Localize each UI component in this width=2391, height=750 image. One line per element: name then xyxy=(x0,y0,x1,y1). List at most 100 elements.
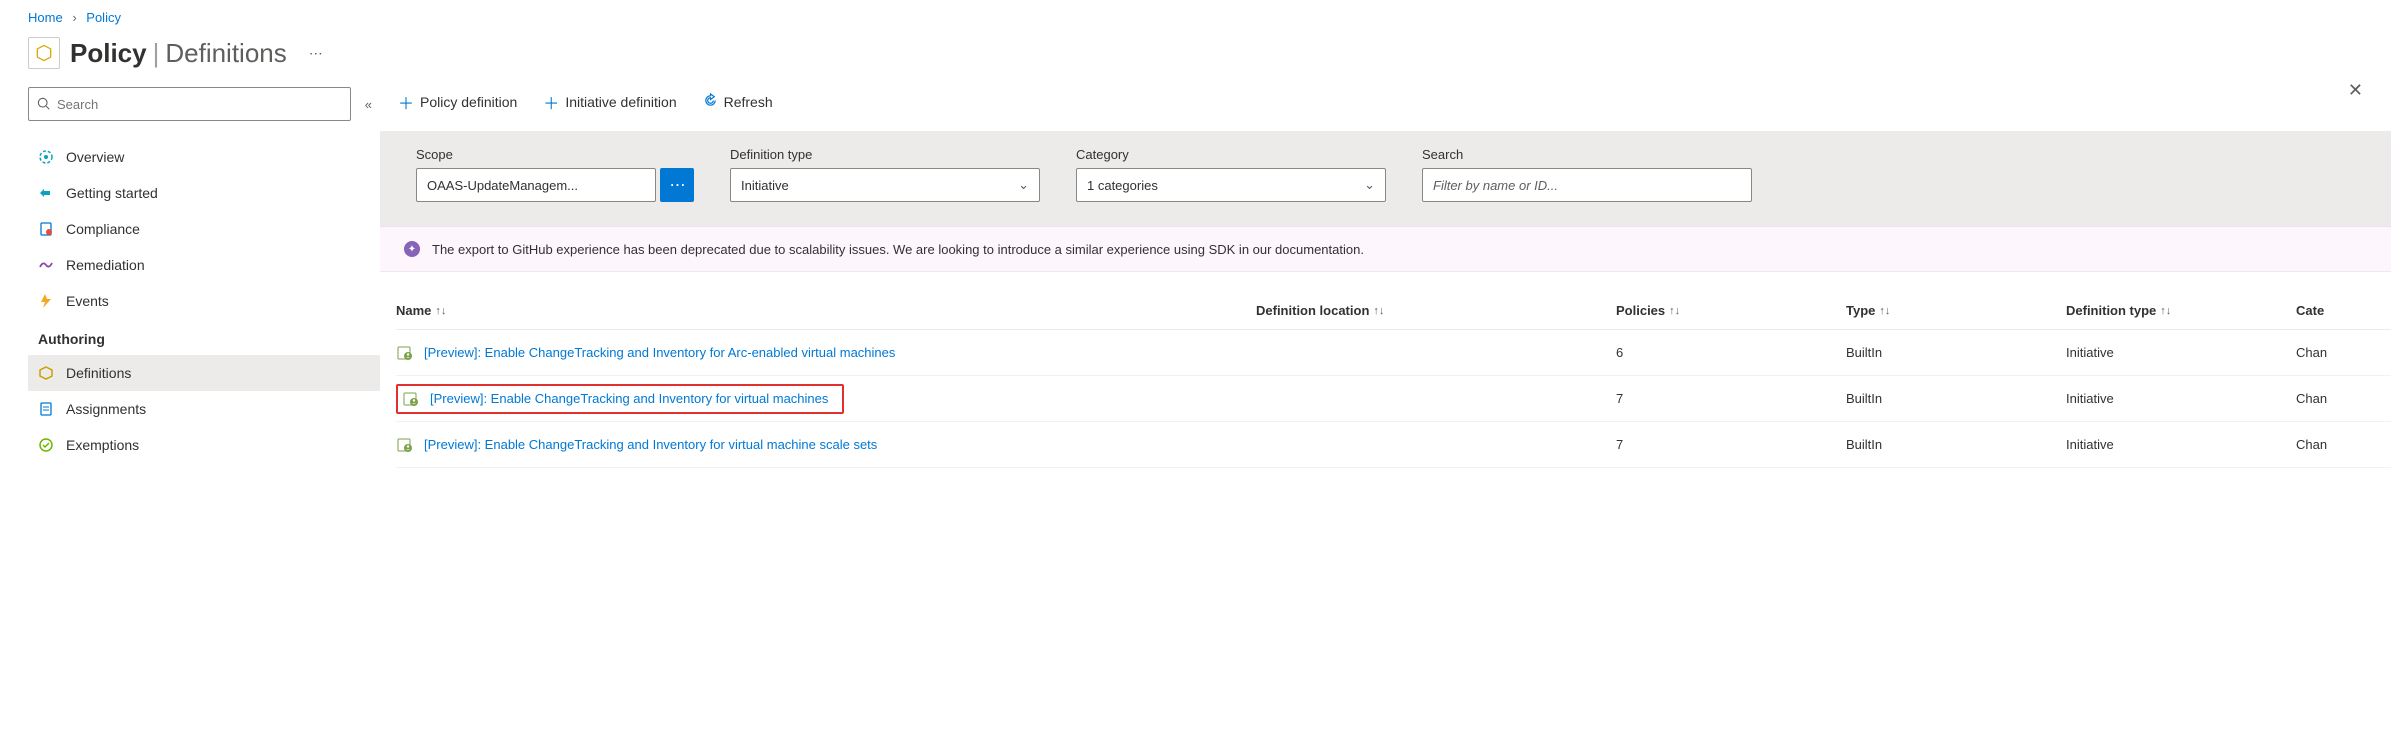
cell-policies: 7 xyxy=(1616,437,1846,452)
chevron-down-icon: ⌄ xyxy=(1018,177,1029,193)
sidebar-item-events[interactable]: Events xyxy=(28,283,380,319)
sidebar-item-label: Overview xyxy=(66,149,124,165)
breadcrumb: Home › Policy xyxy=(0,0,2391,31)
sort-icon: ↑↓ xyxy=(1373,305,1384,317)
sidebar-item-label: Remediation xyxy=(66,257,145,273)
column-header-definition-type[interactable]: Definition type↑↓ xyxy=(2066,303,2296,318)
sidebar-item-label: Definitions xyxy=(66,365,131,381)
cell-policies: 6 xyxy=(1616,345,1846,360)
table-row[interactable]: [Preview]: Enable ChangeTracking and Inv… xyxy=(396,330,2391,376)
table-row[interactable]: [Preview]: Enable ChangeTracking and Inv… xyxy=(396,422,2391,468)
cell-type: BuiltIn xyxy=(1846,391,2066,406)
table-row[interactable]: [Preview]: Enable ChangeTracking and Inv… xyxy=(396,376,2391,422)
main-content: ＋ Policy definition ＋ Initiative definit… xyxy=(380,87,2391,468)
breadcrumb-policy[interactable]: Policy xyxy=(86,10,121,25)
column-header-category[interactable]: Cate xyxy=(2296,303,2376,318)
sidebar-item-label: Events xyxy=(66,293,109,309)
sidebar: « Overview Getting started Compliance Re… xyxy=(0,87,380,468)
filter-label: Search xyxy=(1422,147,1752,162)
definitions-icon xyxy=(38,365,54,381)
cell-category: Chan xyxy=(2296,391,2376,406)
sort-icon: ↑↓ xyxy=(435,305,446,317)
toolbar-label: Refresh xyxy=(724,94,773,110)
sort-icon: ↑↓ xyxy=(1669,305,1680,317)
sidebar-search-input[interactable] xyxy=(57,97,342,112)
definition-link[interactable]: [Preview]: Enable ChangeTracking and Inv… xyxy=(424,437,877,452)
info-banner: ✦ The export to GitHub experience has be… xyxy=(380,226,2391,272)
sidebar-search[interactable] xyxy=(28,87,351,121)
cell-name: [Preview]: Enable ChangeTracking and Inv… xyxy=(396,384,1256,414)
scope-input[interactable]: OAAS-UpdateManagem... xyxy=(416,168,656,202)
cell-name: [Preview]: Enable ChangeTracking and Inv… xyxy=(396,436,1256,454)
filter-search-group: Search xyxy=(1422,147,1752,202)
sidebar-item-assignments[interactable]: Assignments xyxy=(28,391,380,427)
policy-page-icon xyxy=(28,37,60,69)
sidebar-item-exemptions[interactable]: Exemptions xyxy=(28,427,380,463)
plus-icon: ＋ xyxy=(398,90,414,114)
filter-label: Category xyxy=(1076,147,1386,162)
refresh-icon xyxy=(703,93,718,111)
filter-definition-type-group: Definition type Initiative ⌄ xyxy=(730,147,1040,202)
banner-text: The export to GitHub experience has been… xyxy=(432,242,1364,257)
page-title: Policy xyxy=(70,38,147,69)
definition-type-dropdown[interactable]: Initiative ⌄ xyxy=(730,168,1040,202)
add-initiative-definition-button[interactable]: ＋ Initiative definition xyxy=(543,90,676,114)
scope-value: OAAS-UpdateManagem... xyxy=(427,178,578,193)
toolbar-label: Initiative definition xyxy=(565,94,676,110)
filter-search-box[interactable] xyxy=(1422,168,1752,202)
filter-bar: Scope OAAS-UpdateManagem... ⋯ Definition… xyxy=(380,131,2391,226)
definitions-table: Name↑↓ Definition location↑↓ Policies↑↓ … xyxy=(380,272,2391,468)
initiative-icon xyxy=(396,436,414,454)
sidebar-item-getting-started[interactable]: Getting started xyxy=(28,175,380,211)
column-header-type[interactable]: Type↑↓ xyxy=(1846,303,2066,318)
cell-category: Chan xyxy=(2296,345,2376,360)
sidebar-section-authoring: Authoring xyxy=(28,319,380,355)
cell-definition-type: Initiative xyxy=(2066,437,2296,452)
sidebar-item-label: Exemptions xyxy=(66,437,139,453)
scope-picker-button[interactable]: ⋯ xyxy=(660,168,694,202)
sort-icon: ↑↓ xyxy=(2160,305,2171,317)
breadcrumb-home[interactable]: Home xyxy=(28,10,63,25)
refresh-button[interactable]: Refresh xyxy=(703,93,773,111)
remediation-icon xyxy=(38,257,54,273)
filter-search-input[interactable] xyxy=(1433,178,1741,193)
overview-icon xyxy=(38,149,54,165)
toolbar-label: Policy definition xyxy=(420,94,517,110)
add-policy-definition-button[interactable]: ＋ Policy definition xyxy=(398,90,517,114)
sidebar-item-compliance[interactable]: Compliance xyxy=(28,211,380,247)
cell-definition-type: Initiative xyxy=(2066,391,2296,406)
sidebar-item-remediation[interactable]: Remediation xyxy=(28,247,380,283)
filter-scope-group: Scope OAAS-UpdateManagem... ⋯ xyxy=(416,147,694,202)
column-header-policies[interactable]: Policies↑↓ xyxy=(1616,303,1846,318)
page-header: Policy | Definitions ⋯ xyxy=(0,31,2391,87)
getting-started-icon xyxy=(38,185,54,201)
dropdown-value: Initiative xyxy=(741,178,789,193)
category-dropdown[interactable]: 1 categories ⌄ xyxy=(1076,168,1386,202)
definition-link[interactable]: [Preview]: Enable ChangeTracking and Inv… xyxy=(430,391,828,406)
cell-category: Chan xyxy=(2296,437,2376,452)
sidebar-item-definitions[interactable]: Definitions xyxy=(28,355,380,391)
page-subtitle: Definitions xyxy=(165,38,286,69)
definition-link[interactable]: [Preview]: Enable ChangeTracking and Inv… xyxy=(424,345,895,360)
sidebar-item-overview[interactable]: Overview xyxy=(28,139,380,175)
cell-definition-type: Initiative xyxy=(2066,345,2296,360)
breadcrumb-separator-icon: › xyxy=(72,10,76,25)
filter-category-group: Category 1 categories ⌄ xyxy=(1076,147,1386,202)
toolbar: ＋ Policy definition ＋ Initiative definit… xyxy=(380,87,2391,131)
more-actions-button[interactable]: ⋯ xyxy=(309,45,324,62)
sidebar-item-label: Getting started xyxy=(66,185,158,201)
column-header-definition-location[interactable]: Definition location↑↓ xyxy=(1256,303,1616,318)
compliance-icon xyxy=(38,221,54,237)
collapse-sidebar-button[interactable]: « xyxy=(365,97,372,112)
cell-type: BuiltIn xyxy=(1846,437,2066,452)
cell-name: [Preview]: Enable ChangeTracking and Inv… xyxy=(396,344,1256,362)
chevron-down-icon: ⌄ xyxy=(1364,177,1375,193)
column-header-name[interactable]: Name↑↓ xyxy=(396,303,1256,318)
info-icon: ✦ xyxy=(404,241,420,257)
assignments-icon xyxy=(38,401,54,417)
plus-icon: ＋ xyxy=(543,90,559,114)
dropdown-value: 1 categories xyxy=(1087,178,1158,193)
sort-icon: ↑↓ xyxy=(1879,305,1890,317)
sidebar-item-label: Assignments xyxy=(66,401,146,417)
close-button[interactable]: ✕ xyxy=(2348,80,2363,101)
